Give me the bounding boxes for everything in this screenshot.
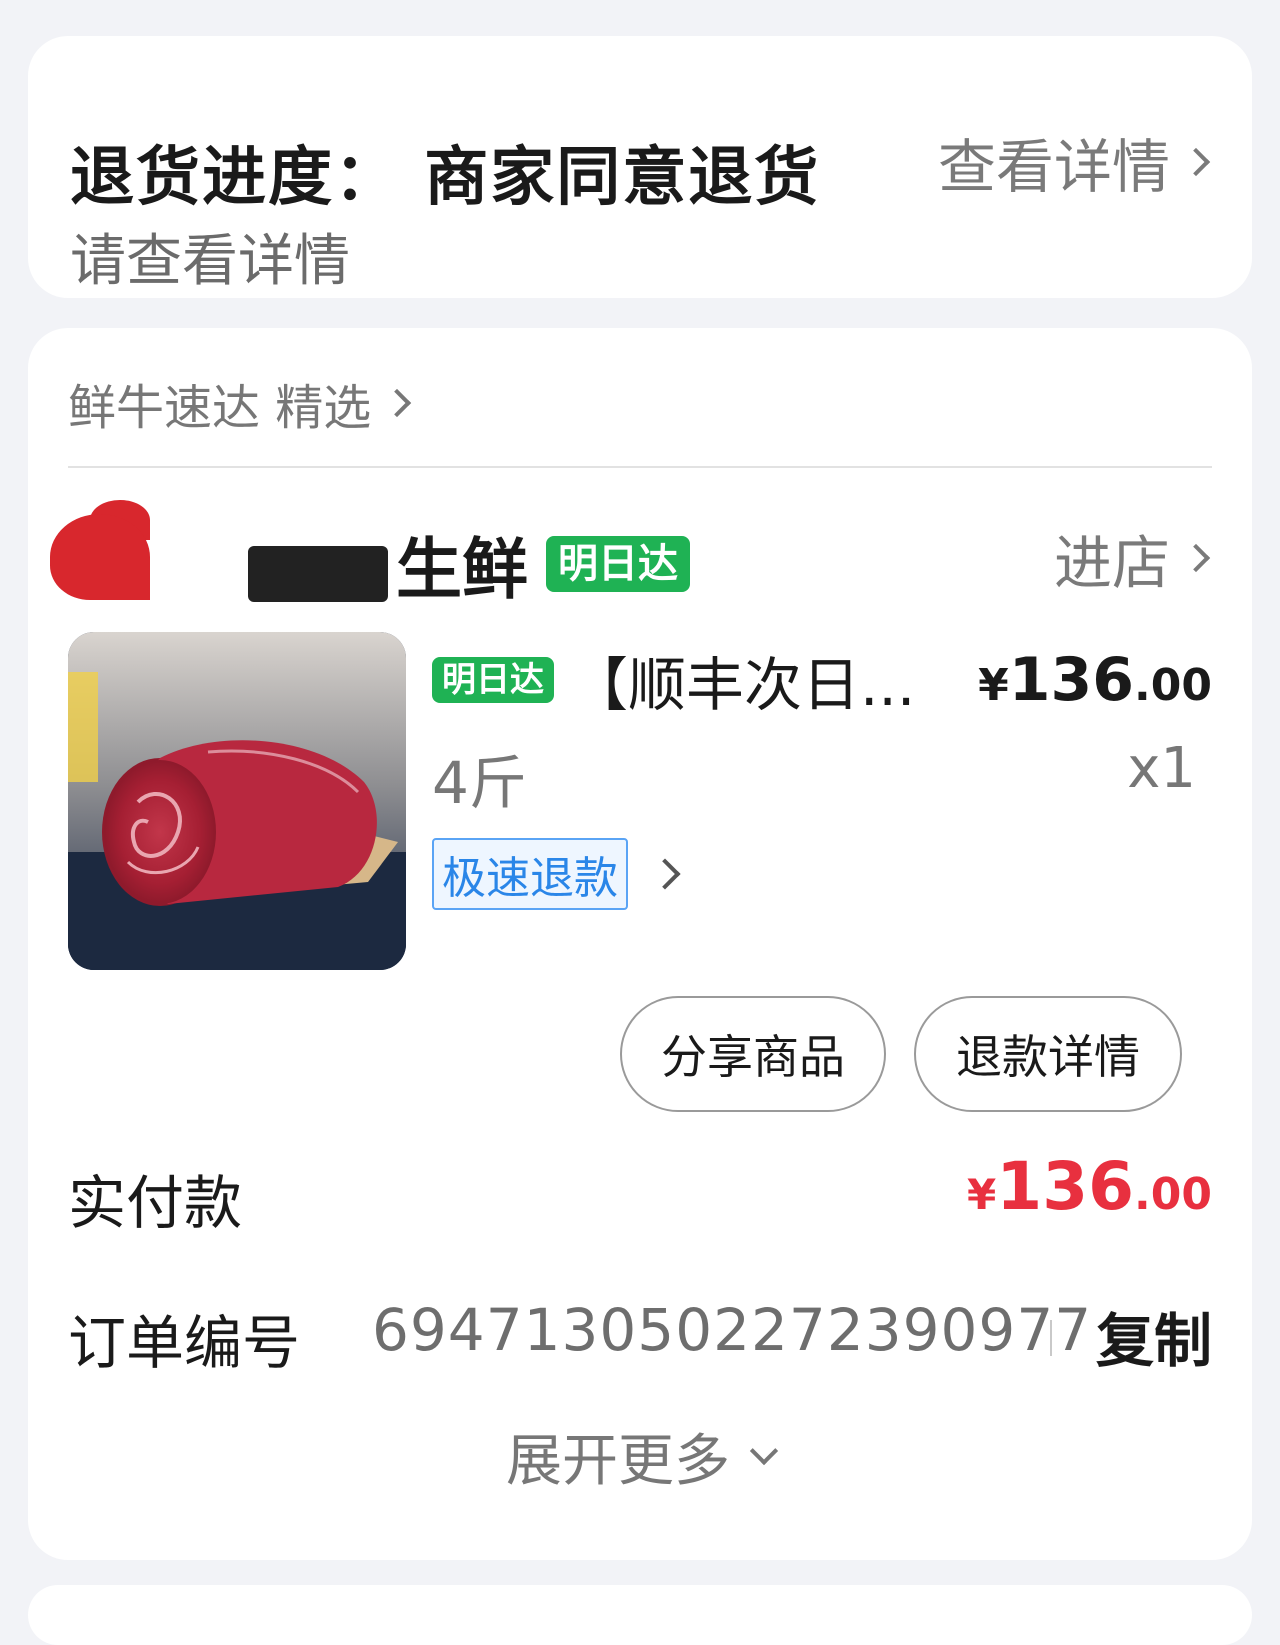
- shop-logo[interactable]: [50, 500, 160, 600]
- paid-decimal: .00: [1134, 1169, 1212, 1220]
- divider: [1050, 1320, 1052, 1356]
- view-details-label: 查看详情: [937, 133, 1170, 201]
- expand-more-label: 展开更多: [506, 1429, 730, 1494]
- logo-shape: [50, 514, 150, 600]
- product-image[interactable]: [68, 632, 406, 970]
- chevron-right-icon: [1181, 147, 1211, 177]
- chevron-right-icon: [649, 858, 681, 890]
- price-currency: ¥: [978, 660, 1009, 711]
- product-spec: 4斤: [432, 749, 527, 817]
- fast-refund-tag: 极速退款: [432, 838, 628, 910]
- chevron-right-icon: [383, 388, 412, 418]
- next-day-badge: 明日达: [546, 536, 690, 592]
- price-decimal: .00: [1134, 660, 1212, 711]
- product-price: ¥136.00: [978, 645, 1212, 715]
- return-progress-subtitle: 请查看详情: [70, 229, 350, 294]
- product-info[interactable]: 明日达 【顺丰次日... ¥136.00: [432, 638, 1212, 722]
- product-title: 【顺丰次日...: [570, 651, 916, 719]
- price-integer: 136: [1008, 645, 1135, 715]
- order-source-label: 鲜牛速达 精选: [68, 380, 372, 436]
- chevron-right-icon: [1181, 543, 1211, 573]
- beef-photo: [68, 632, 406, 970]
- return-progress-card[interactable]: 退货进度： 商家同意退货 请查看详情 查看详情: [28, 36, 1252, 298]
- refund-details-button[interactable]: 退款详情: [914, 996, 1182, 1112]
- enter-shop-link[interactable]: 进店: [1053, 516, 1211, 600]
- next-card: [28, 1585, 1252, 1645]
- redacted-shop-name: [248, 546, 388, 602]
- paid-amount-value: ¥136.00: [967, 1148, 1212, 1225]
- product-title-row: 明日达 【顺丰次日... ¥136.00: [432, 638, 1212, 722]
- paid-integer: 136: [996, 1148, 1135, 1225]
- expand-more-button[interactable]: 展开更多: [28, 1416, 1252, 1497]
- order-number-label: 订单编号: [68, 1309, 301, 1377]
- copy-order-number-button[interactable]: 复制: [1096, 1294, 1212, 1378]
- order-card: 鲜牛速达 精选 生鲜 明日达 进店 明日达 【顺丰次日... ¥136.00 4…: [28, 328, 1252, 1560]
- share-product-button[interactable]: 分享商品: [620, 996, 886, 1112]
- view-details-link[interactable]: 查看详情: [937, 120, 1211, 204]
- shop-name-row[interactable]: 生鲜 明日达: [248, 516, 690, 612]
- next-day-badge: 明日达: [432, 657, 554, 703]
- fast-refund-link[interactable]: 极速退款: [432, 838, 681, 910]
- order-number-value: 6947130502272390977: [372, 1296, 1093, 1364]
- paid-amount-label: 实付款: [68, 1169, 243, 1237]
- order-source-link[interactable]: 鲜牛速达 精选: [68, 368, 412, 438]
- chevron-down-icon: [749, 1436, 779, 1465]
- shop-name: 生鲜: [396, 531, 528, 608]
- return-progress-title: 退货进度： 商家同意退货: [70, 141, 821, 215]
- product-quantity: x1: [1127, 736, 1196, 801]
- paid-currency: ¥: [967, 1170, 997, 1219]
- enter-shop-label: 进店: [1053, 529, 1170, 597]
- divider: [68, 466, 1212, 468]
